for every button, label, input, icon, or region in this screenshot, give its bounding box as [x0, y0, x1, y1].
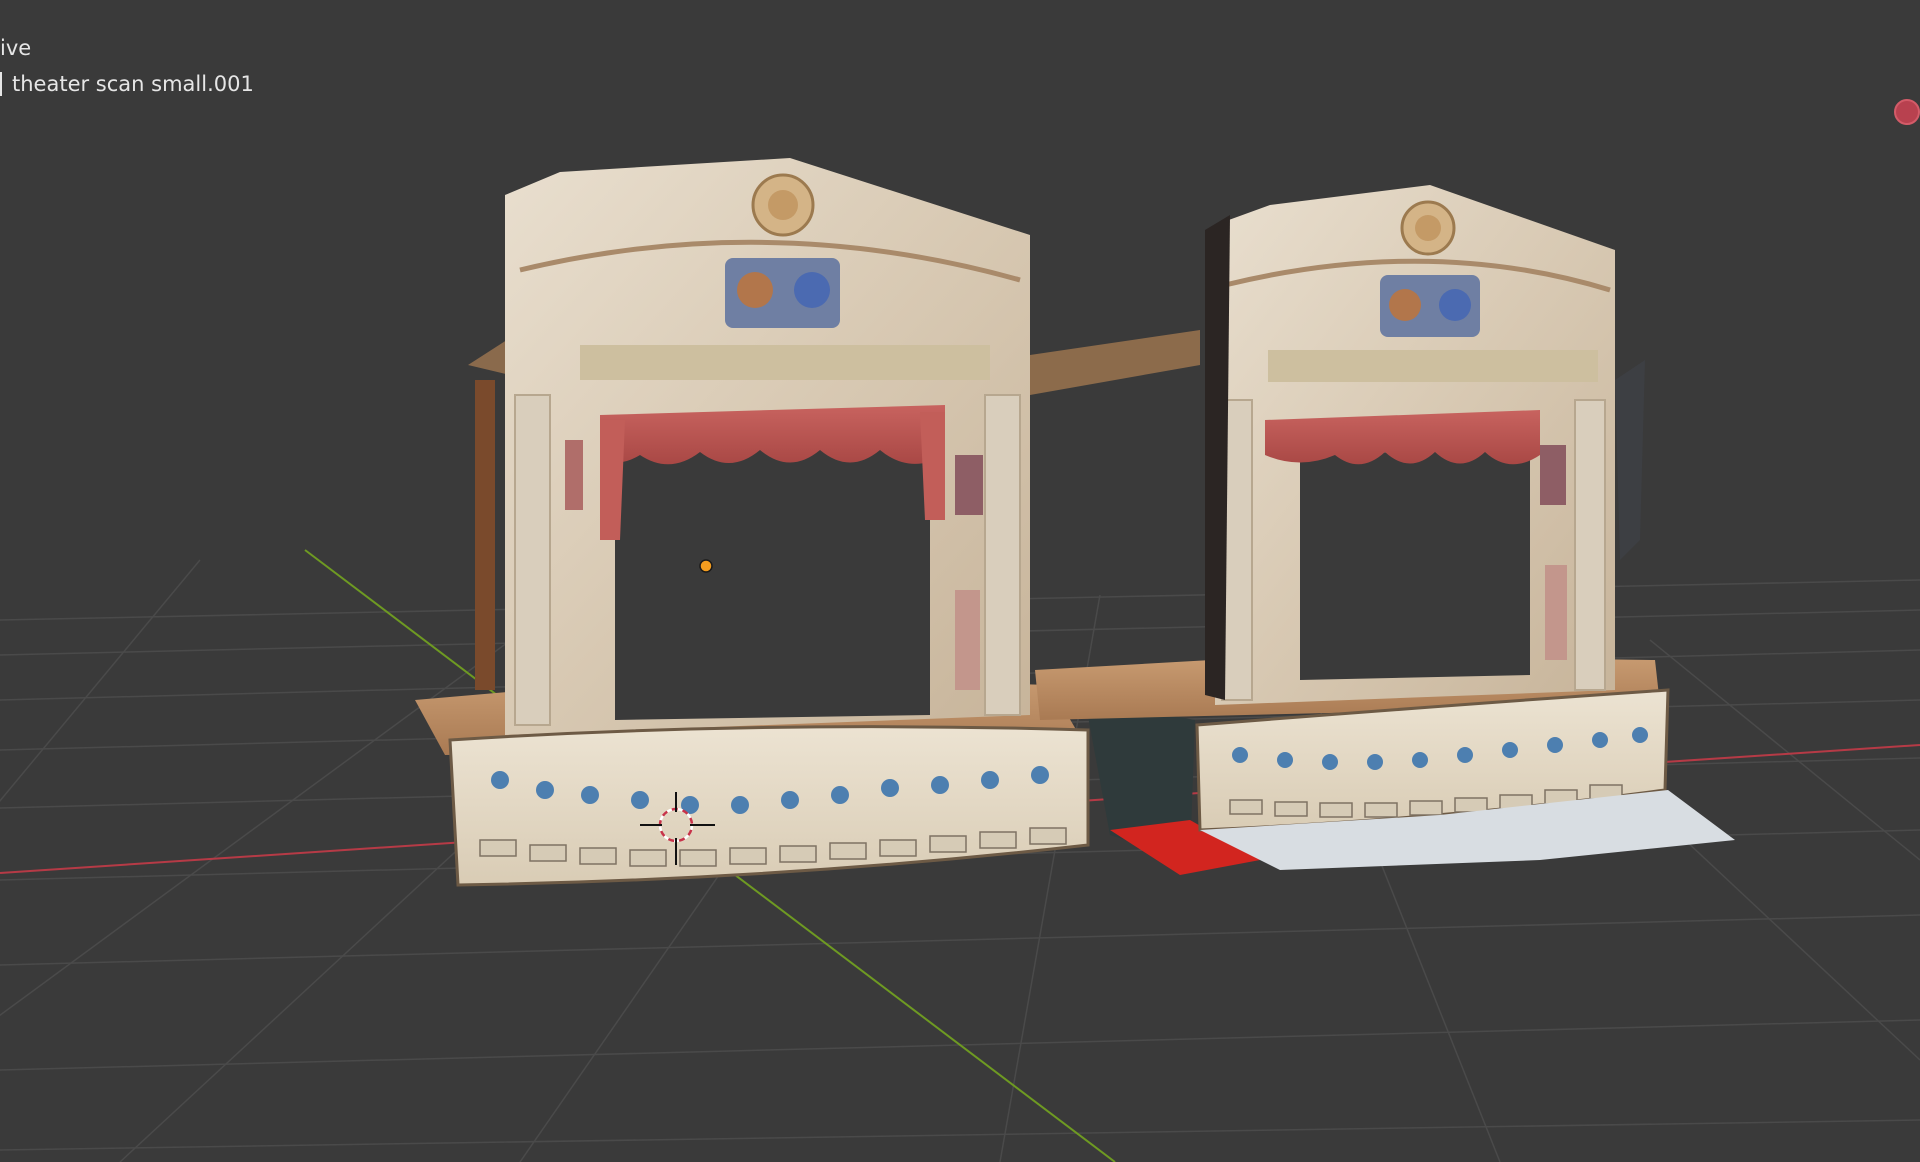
active-object-line: theater scan small.001 [0, 66, 254, 102]
3d-viewport[interactable]: ive theater scan small.001 [0, 0, 1920, 1162]
active-object-name: theater scan small.001 [12, 72, 254, 96]
viewport-scene[interactable] [0, 0, 1920, 1162]
connecting-beam [1030, 330, 1200, 395]
separator [0, 72, 2, 96]
viewport-info-overlay: ive theater scan small.001 [0, 30, 254, 102]
origin-point-icon[interactable] [699, 559, 713, 573]
theater-model-left [415, 158, 1090, 887]
record-dot-icon[interactable] [1894, 99, 1920, 125]
viewport-mode-label: ive [0, 36, 32, 60]
